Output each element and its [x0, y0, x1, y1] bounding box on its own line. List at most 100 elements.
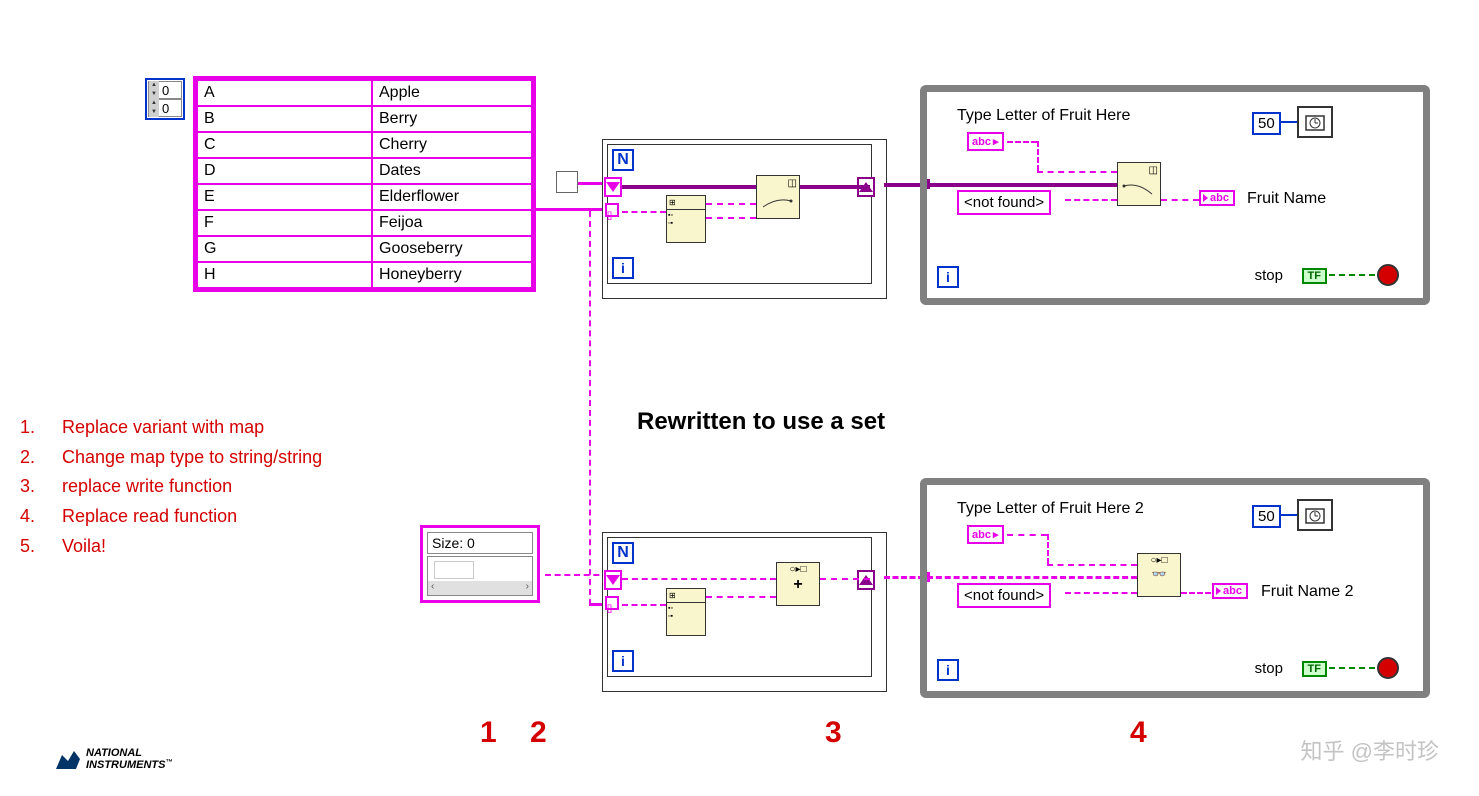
wire [1037, 171, 1117, 173]
key-cell[interactable]: H [197, 262, 372, 288]
string-constant-notfound[interactable]: <not found> [957, 190, 1051, 215]
wire [706, 203, 756, 205]
loop-count-terminal[interactable]: N [612, 149, 634, 171]
wire [1007, 141, 1037, 143]
wire [1181, 592, 1211, 594]
val-cell[interactable]: Feijoa [372, 210, 532, 236]
wire [622, 604, 666, 606]
wire [1065, 592, 1137, 594]
while-loop-top[interactable]: Type Letter of Fruit Here abc▸ <not foun… [920, 85, 1430, 305]
array-index-0[interactable]: 0 [159, 83, 181, 98]
val-cell[interactable]: Dates [372, 158, 532, 184]
while-loop-bottom[interactable]: Type Letter of Fruit Here 2 abc▸ <not fo… [920, 478, 1430, 698]
wire [622, 211, 666, 213]
loop-condition-terminal[interactable] [1377, 657, 1399, 679]
loop-iteration-terminal[interactable]: i [612, 650, 634, 672]
string-indicator-terminal[interactable]: abc [1199, 190, 1235, 206]
instruction-item: Change map type to string/string [62, 447, 322, 467]
wire [1007, 534, 1047, 536]
val-cell[interactable]: Apple [372, 80, 532, 106]
wire [927, 576, 1137, 579]
key-cell[interactable]: G [197, 236, 372, 262]
wire [884, 576, 924, 579]
watermark-text: 知乎 @李时珍 [1301, 734, 1439, 766]
wire [800, 185, 870, 189]
wait-ms-node[interactable] [1297, 106, 1333, 138]
wire [1065, 199, 1117, 201]
wire [884, 183, 924, 187]
for-loop-top[interactable]: N [] i ⊞ ▪▫ ▫▪ ◫ [602, 139, 887, 299]
wait-ms-node[interactable] [1297, 499, 1333, 531]
boolean-control-terminal[interactable]: TF [1302, 268, 1327, 284]
wire [545, 574, 609, 576]
loop-iteration-terminal[interactable]: i [937, 266, 959, 288]
fruit-map-constant[interactable]: AApple BBerry CCherry DDates EElderflowe… [193, 76, 536, 292]
key-cell[interactable]: C [197, 132, 372, 158]
size-label-text: Size: 0 [427, 532, 533, 554]
key-cell[interactable]: A [197, 80, 372, 106]
loop-iteration-terminal[interactable]: i [612, 257, 634, 279]
string-control-label: Type Letter of Fruit Here [957, 107, 1130, 125]
stop-label: stop [1255, 660, 1283, 677]
val-cell[interactable]: Cherry [372, 132, 532, 158]
wire [706, 596, 776, 598]
key-cell[interactable]: E [197, 184, 372, 210]
wire [1047, 564, 1137, 566]
read-set-node[interactable]: ○▸□ 👓 [1137, 553, 1181, 597]
string-control-terminal[interactable]: abc▸ [967, 525, 1004, 544]
index-array-node[interactable]: ⊞ ▪▫ ▫▪ [666, 195, 706, 243]
insert-into-set-node[interactable]: ○▸□ + [776, 562, 820, 606]
shift-register-right[interactable] [857, 570, 875, 590]
wire [622, 185, 756, 189]
auto-index-tunnel[interactable]: [] [605, 596, 619, 610]
string-control-label: Type Letter of Fruit Here 2 [957, 500, 1144, 518]
string-indicator-terminal[interactable]: abc [1212, 583, 1248, 599]
wire [1279, 121, 1297, 123]
numeric-constant-wait[interactable]: 50 [1252, 112, 1281, 135]
loop-count-terminal[interactable]: N [612, 542, 634, 564]
step-marker-4: 4 [1130, 716, 1147, 750]
auto-index-tunnel[interactable]: [] [605, 203, 619, 217]
wire [820, 578, 870, 580]
string-constant-notfound[interactable]: <not found> [957, 583, 1051, 608]
read-variant-node[interactable]: ◫ [1117, 162, 1161, 206]
for-loop-bottom[interactable]: N [] i ⊞ ▪▫ ▫▪ ○▸□ + [602, 532, 887, 692]
section-heading: Rewritten to use a set [637, 408, 885, 436]
val-cell[interactable]: Honeyberry [372, 262, 532, 288]
loop-condition-terminal[interactable] [1377, 264, 1399, 286]
wire [706, 217, 756, 219]
instruction-item: replace write function [62, 476, 232, 496]
index-array-node[interactable]: ⊞ ▪▫ ▫▪ [666, 588, 706, 636]
stop-label: stop [1255, 267, 1283, 284]
wire [1161, 199, 1199, 201]
wire [1037, 141, 1039, 171]
val-cell[interactable]: Gooseberry [372, 236, 532, 262]
wire [1047, 534, 1049, 564]
key-cell[interactable]: B [197, 106, 372, 132]
loop-iteration-terminal[interactable]: i [937, 659, 959, 681]
key-cell[interactable]: F [197, 210, 372, 236]
boolean-control-terminal[interactable]: TF [1302, 661, 1327, 677]
array-index-control[interactable]: ▲▼0 ▲▼0 [145, 78, 185, 120]
wire [927, 183, 1117, 187]
wire [1279, 514, 1297, 516]
write-variant-node[interactable]: ◫ [756, 175, 800, 219]
logo-text-1: NATIONAL [86, 747, 172, 759]
val-cell[interactable]: Berry [372, 106, 532, 132]
key-cell[interactable]: D [197, 158, 372, 184]
string-control-terminal[interactable]: abc▸ [967, 132, 1004, 151]
wire [589, 211, 591, 605]
val-cell[interactable]: Elderflower [372, 184, 532, 210]
instruction-item: Replace read function [62, 506, 237, 526]
array-index-1[interactable]: 0 [159, 101, 181, 116]
instructions-list: 1.Replace variant with map 2.Change map … [20, 413, 322, 561]
empty-variant-constant[interactable] [556, 171, 578, 193]
step-marker-2: 2 [530, 716, 547, 750]
shift-register-left[interactable] [604, 177, 622, 197]
logo-text-2: INSTRUMENTS [86, 759, 165, 771]
set-size-indicator[interactable]: Size: 0 ‹› [420, 525, 540, 603]
string-indicator-label: Fruit Name [1247, 190, 1326, 208]
string-indicator-label: Fruit Name 2 [1261, 583, 1353, 601]
shift-register-left[interactable] [604, 570, 622, 590]
numeric-constant-wait[interactable]: 50 [1252, 505, 1281, 528]
